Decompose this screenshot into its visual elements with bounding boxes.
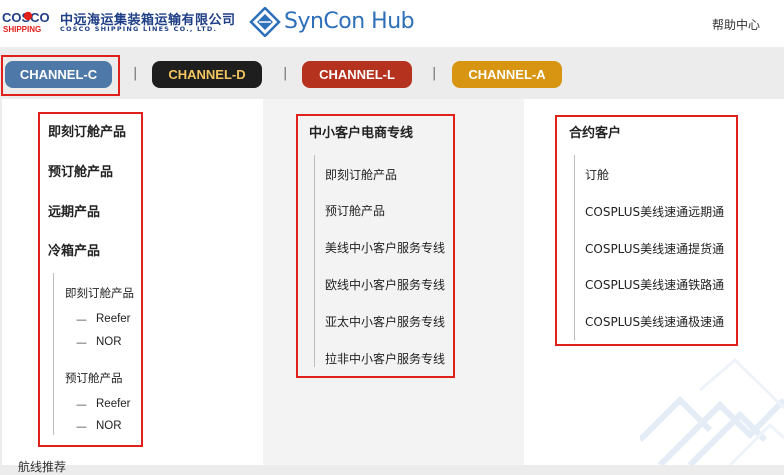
tab-separator: | xyxy=(283,66,288,81)
highlight-box-col1 xyxy=(38,112,143,447)
highlight-box-col2 xyxy=(296,114,455,378)
highlight-box-col3 xyxy=(555,115,738,346)
decorative-pattern-icon xyxy=(640,357,784,465)
tab-separator: | xyxy=(133,66,138,81)
section-heading: 航线推荐 xyxy=(18,460,67,474)
svg-text:SHIPPING: SHIPPING xyxy=(3,25,41,34)
app-name: SynCon Hub xyxy=(284,9,415,34)
company-name-en: COSCO SHIPPING LINES CO., LTD. xyxy=(60,25,218,33)
top-header: COSCO SHIPPING 中远海运集装箱运输有限公司 COSCO SHIPP… xyxy=(0,0,784,47)
cosco-logo-icon: COSCO SHIPPING xyxy=(2,10,50,34)
tab-channel-l[interactable]: CHANNEL-L xyxy=(302,61,412,88)
tab-channel-d[interactable]: CHANNEL-D xyxy=(152,61,262,88)
tab-channel-a[interactable]: CHANNEL-A xyxy=(452,61,562,88)
highlight-box-tab xyxy=(1,55,120,96)
tab-separator: | xyxy=(432,66,437,81)
help-center-link[interactable]: 帮助中心 xyxy=(712,16,760,33)
synconhub-logo-icon xyxy=(249,7,281,37)
